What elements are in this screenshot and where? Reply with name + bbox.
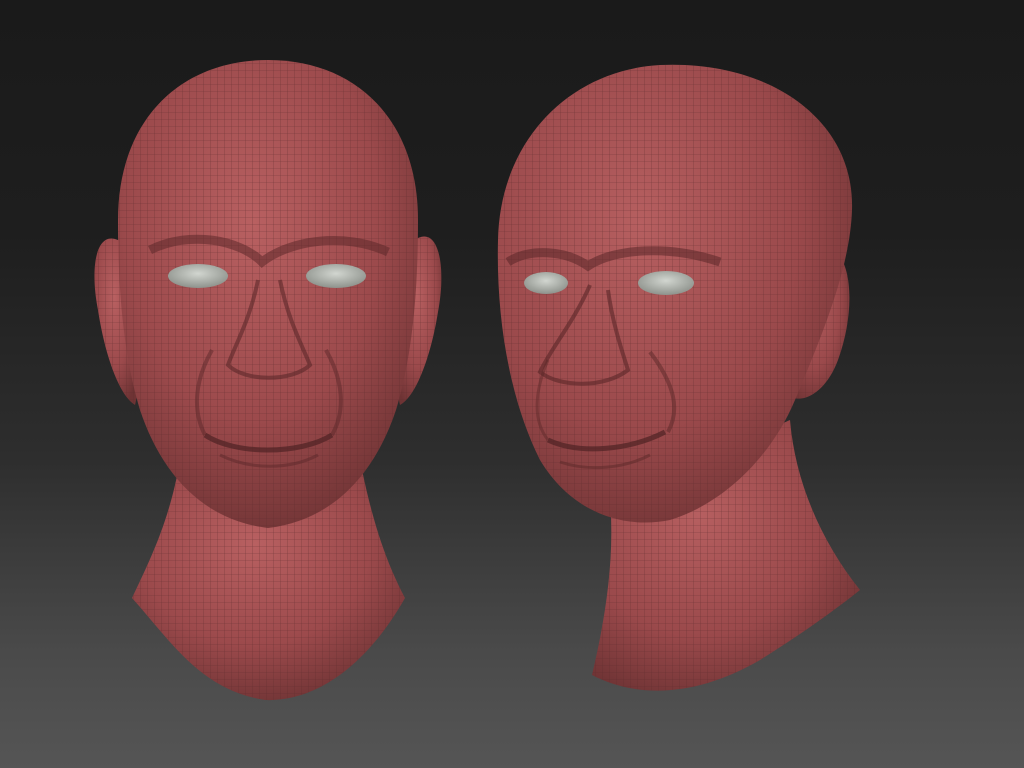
eye-three-quarter-right [638,271,694,295]
head-three-quarter-view[interactable] [497,64,860,691]
eye-right [306,264,366,288]
viewport-canvas[interactable] [0,0,1024,768]
eye-three-quarter-left [524,272,568,294]
head-front-view[interactable] [94,60,442,701]
eye-left [168,264,228,288]
sculpt-scene[interactable] [0,0,1024,768]
